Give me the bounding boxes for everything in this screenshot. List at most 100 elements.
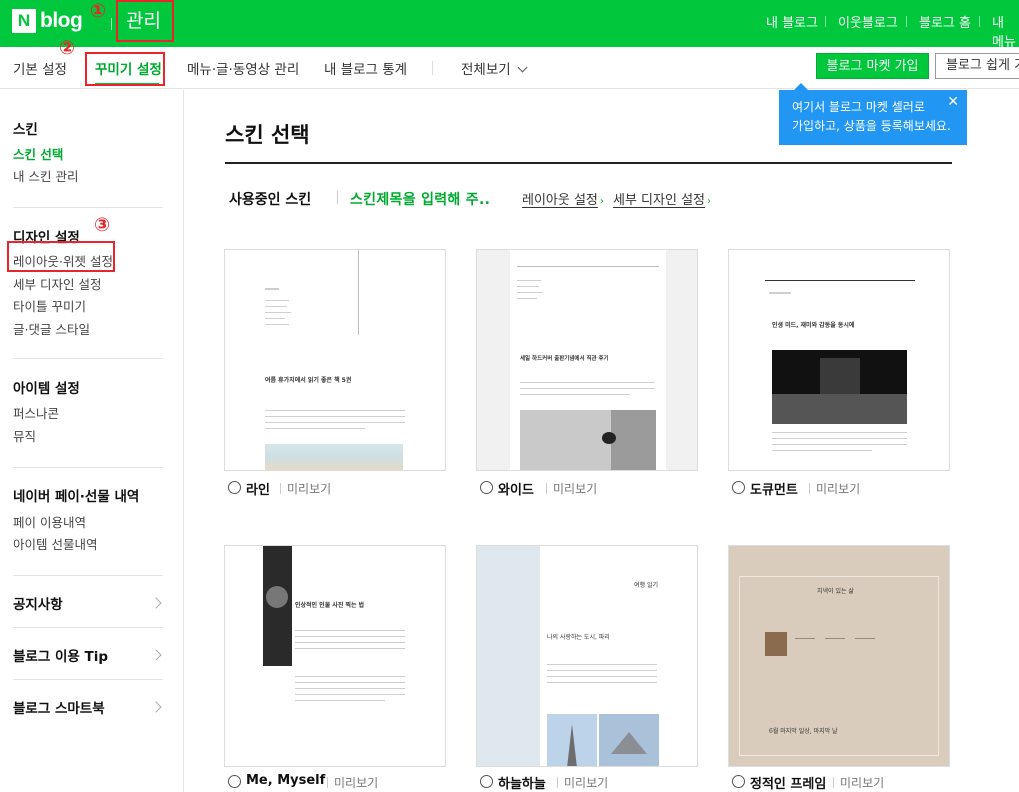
divider bbox=[13, 627, 163, 628]
annotation-number-1: ① bbox=[90, 0, 107, 22]
preview-link-haneul[interactable]: 미리보기 bbox=[557, 774, 608, 791]
skin-thumbnail-haneul[interactable]: 여행 일기 나의 사랑하는 도시, 파리 bbox=[476, 545, 698, 767]
tooltip-line-2: 가입하고, 상품을 등록해보세요. bbox=[792, 119, 951, 133]
sidebar-link-blog-tip[interactable]: 블로그 이용 Tip bbox=[13, 645, 108, 665]
skin-badge: 여행 일기 bbox=[634, 582, 658, 589]
decor-text bbox=[769, 292, 791, 294]
preview-link-me-myself[interactable]: 미리보기 bbox=[327, 774, 378, 791]
blog-market-join-button[interactable]: 블로그 마켓 가입 bbox=[816, 53, 929, 79]
decor-text bbox=[855, 638, 875, 639]
decor-text bbox=[772, 438, 907, 439]
current-skin-label: 사용중인 스킨 bbox=[229, 192, 312, 208]
decor-text bbox=[295, 676, 405, 677]
skin-radio-me-myself[interactable] bbox=[228, 775, 241, 788]
divider bbox=[111, 18, 112, 30]
skin-radio-line[interactable] bbox=[228, 481, 241, 494]
skin-headline: 여름 휴가지에서 읽기 좋은 책 5권 bbox=[265, 377, 352, 384]
sidebar-item-music[interactable]: 뮤직 bbox=[13, 426, 36, 445]
preview-link-static-frame[interactable]: 미리보기 bbox=[833, 774, 884, 791]
annotation-box-3 bbox=[7, 241, 115, 272]
decor-text bbox=[265, 312, 291, 313]
decor-text bbox=[795, 638, 815, 639]
decor-text bbox=[772, 444, 907, 445]
skin-thumbnail-me-myself[interactable]: 인상적인 인물 사진 찍는 법 bbox=[224, 545, 446, 767]
skin-radio-document[interactable] bbox=[732, 481, 745, 494]
skin-thumbnail-document[interactable]: 인생 미드, 재미와 감동을 동시에 bbox=[728, 249, 950, 471]
sidebar-item-title-decorate[interactable]: 타이틀 꾸미기 bbox=[13, 296, 86, 315]
sidebar-item-personacon[interactable]: 퍼스나콘 bbox=[13, 403, 59, 422]
skin-name-haneul: 하늘하늘 bbox=[498, 777, 546, 792]
chevron-down-icon bbox=[517, 62, 528, 73]
skin-thumbnail-line[interactable]: 여름 휴가지에서 읽기 좋은 책 5권 bbox=[224, 249, 446, 471]
naver-blog-logo[interactable]: N blog bbox=[12, 9, 83, 33]
preview-link-wide[interactable]: 미리보기 bbox=[546, 480, 597, 497]
divider bbox=[432, 61, 433, 75]
decor-text bbox=[547, 682, 657, 683]
skin-radio-haneul[interactable] bbox=[480, 775, 493, 788]
skin-thumbnail-wide[interactable]: 세일 하드커버 출판기념에서 직관 후기 bbox=[476, 249, 698, 471]
chevron-right-icon bbox=[150, 649, 162, 661]
decor-text bbox=[520, 388, 655, 389]
sidebar-link-notice[interactable]: 공지사항 bbox=[13, 593, 63, 613]
decor-text bbox=[520, 394, 630, 395]
skin-radio-static-frame[interactable] bbox=[732, 775, 745, 788]
preview-link-document[interactable]: 미리보기 bbox=[809, 480, 860, 497]
layout-settings-link[interactable]: 레이아웃 설정 bbox=[522, 193, 604, 208]
tab-view-all[interactable]: 전체보기 bbox=[461, 58, 528, 78]
nav-neighbor-blog[interactable]: 이웃블로그 bbox=[838, 12, 898, 31]
current-skin-name: 스킨제목을 입력해 주.. bbox=[350, 192, 491, 208]
decor-text bbox=[265, 416, 405, 417]
market-tooltip: 여기서 블로그 마켓 셀러로 가입하고, 상품을 등록해보세요. ✕ bbox=[779, 83, 967, 145]
blog-easy-join-button[interactable]: 블로그 쉽게 가입 bbox=[935, 53, 1019, 79]
skin-radio-wide[interactable] bbox=[480, 481, 493, 494]
annotation-number-3: ③ bbox=[94, 214, 111, 236]
close-icon[interactable]: ✕ bbox=[947, 93, 959, 112]
sidebar-item-post-comment-style[interactable]: 글·댓글 스타일 bbox=[13, 319, 90, 338]
decor-line bbox=[765, 280, 915, 281]
decor-text bbox=[517, 280, 541, 281]
divider bbox=[906, 16, 907, 27]
nav-blog-home[interactable]: 블로그 홈 bbox=[919, 12, 971, 31]
skin-headline: 6월 마지막 일상, 마지막 날 bbox=[769, 728, 838, 735]
decor-text bbox=[520, 382, 655, 383]
skin-name-me-myself: Me, Myself bbox=[246, 773, 326, 788]
skin-headline: 인생 미드, 재미와 감동을 동시에 bbox=[772, 322, 855, 329]
eiffel-photo bbox=[547, 714, 597, 766]
decor-text bbox=[295, 688, 405, 689]
annotation-box-2 bbox=[85, 52, 165, 86]
decor-text bbox=[547, 670, 657, 671]
decor-text bbox=[265, 422, 405, 423]
detail-design-link[interactable]: 세부 디자인 설정 bbox=[613, 193, 711, 208]
decor-text bbox=[295, 630, 405, 631]
sidebar-item-pay-history[interactable]: 페이 이용내역 bbox=[13, 512, 86, 531]
decor-text bbox=[295, 642, 405, 643]
profile-column bbox=[263, 546, 292, 666]
tab-blog-stats[interactable]: 내 블로그 통계 bbox=[324, 58, 407, 78]
divider bbox=[825, 16, 826, 27]
skin-badge: 치넥이 있는 삶 bbox=[817, 588, 854, 595]
decor-text bbox=[265, 288, 279, 290]
main-title: 스킨 선택 bbox=[225, 123, 310, 147]
tab-menu-post-video[interactable]: 메뉴·글·동영상 관리 bbox=[187, 58, 299, 78]
sidebar-item-skin-select[interactable]: 스킨 선택 bbox=[13, 144, 63, 163]
sidebar-link-smartbook[interactable]: 블로그 스마트북 bbox=[13, 697, 105, 717]
decor-text bbox=[772, 432, 907, 433]
sidebar: 스킨 스킨 선택 내 스킨 관리 디자인 설정 레이아웃·위젯 설정 세부 디자… bbox=[0, 90, 184, 792]
skin-name-document: 도큐먼트 bbox=[750, 483, 798, 498]
divider bbox=[13, 575, 163, 576]
preview-link-line[interactable]: 미리보기 bbox=[280, 480, 331, 497]
skin-thumbnail-static-frame[interactable]: 치넥이 있는 삶 6월 마지막 일상, 마지막 날 bbox=[728, 545, 950, 767]
skin-name-line: 라인 bbox=[246, 483, 270, 498]
decor-text bbox=[295, 700, 385, 701]
nav-my-blog[interactable]: 내 블로그 bbox=[766, 12, 818, 31]
tab-basic-settings[interactable]: 기본 설정 bbox=[13, 58, 67, 78]
nav-my-menu[interactable]: 내 메뉴 bbox=[992, 12, 1019, 50]
divider bbox=[13, 207, 163, 208]
decor-text bbox=[265, 324, 289, 325]
sidebar-item-detail-design[interactable]: 세부 디자인 설정 bbox=[13, 274, 101, 293]
sidebar-item-my-skin[interactable]: 내 스킨 관리 bbox=[13, 166, 78, 185]
decor-text bbox=[265, 318, 285, 319]
divider bbox=[13, 358, 163, 359]
sidebar-item-gift-history[interactable]: 아이템 선물내역 bbox=[13, 534, 97, 553]
sidebar-heading-pay: 네이버 페이·선물 내역 bbox=[13, 489, 140, 505]
